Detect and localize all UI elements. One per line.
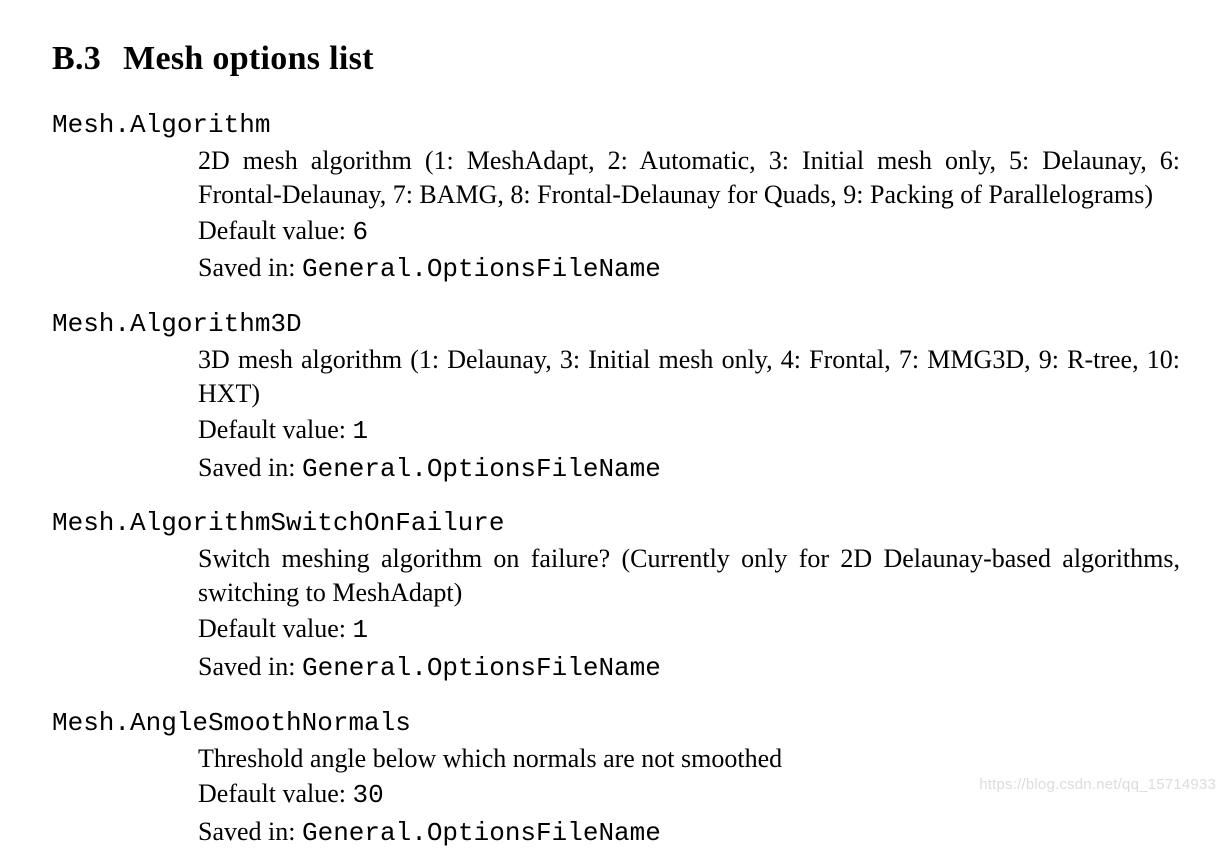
saved-in-row: Saved in: General.OptionsFileName [198, 815, 1180, 851]
option-entry: Mesh.AlgorithmSwitchOnFailure Switch mesh… [52, 508, 1180, 685]
default-value: 1 [353, 615, 369, 645]
saved-in-row: Saved in: General.OptionsFileName [198, 650, 1180, 686]
default-value-row: Default value: 1 [198, 612, 1180, 648]
saved-in-label: Saved in: [198, 253, 296, 282]
saved-in-label: Saved in: [198, 652, 296, 681]
option-body: Threshold angle below which normals are … [198, 742, 1180, 851]
default-value-row: Default value: 6 [198, 214, 1180, 250]
saved-in-row: Saved in: General.OptionsFileName [198, 251, 1180, 287]
option-description: 2D mesh algorithm (1: MeshAdapt, 2: Auto… [198, 144, 1180, 212]
default-value: 30 [353, 780, 384, 810]
default-value: 6 [353, 217, 369, 247]
saved-in-value: General.OptionsFileName [302, 454, 661, 484]
saved-in-row: Saved in: General.OptionsFileName [198, 451, 1180, 487]
saved-in-value: General.OptionsFileName [302, 653, 661, 683]
option-name: Mesh.AlgorithmSwitchOnFailure [52, 508, 1180, 538]
watermark-text: https://blog.csdn.net/qq_15714933 [979, 776, 1216, 793]
option-description: 3D mesh algorithm (1: Delaunay, 3: Initi… [198, 343, 1180, 411]
option-name: Mesh.Algorithm [52, 110, 1180, 140]
section-number: B.3 [52, 40, 101, 77]
section-title: Mesh options list [123, 40, 374, 77]
saved-in-value: General.OptionsFileName [302, 818, 661, 848]
default-value-row: Default value: 1 [198, 413, 1180, 449]
option-entry: Mesh.Algorithm3D 3D mesh algorithm (1: De… [52, 309, 1180, 486]
saved-in-label: Saved in: [198, 817, 296, 846]
option-entry: Mesh.Algorithm 2D mesh algorithm (1: Mesh… [52, 110, 1180, 287]
saved-in-value: General.OptionsFileName [302, 254, 661, 284]
default-value-label: Default value: [198, 779, 346, 808]
default-value-label: Default value: [198, 415, 346, 444]
option-body: 3D mesh algorithm (1: Delaunay, 3: Initi… [198, 343, 1180, 486]
option-body: Switch meshing algorithm on failure? (Cu… [198, 542, 1180, 685]
option-name: Mesh.Algorithm3D [52, 309, 1180, 339]
option-description: Threshold angle below which normals are … [198, 742, 1180, 776]
options-list: Mesh.Algorithm 2D mesh algorithm (1: Mesh… [52, 110, 1180, 851]
option-name: Mesh.AngleSmoothNormals [52, 708, 1180, 738]
section-heading: B.3 Mesh options list [52, 40, 1180, 78]
saved-in-label: Saved in: [198, 453, 296, 482]
option-description: Switch meshing algorithm on failure? (Cu… [198, 542, 1180, 610]
default-value: 1 [353, 416, 369, 446]
default-value-label: Default value: [198, 216, 346, 245]
option-body: 2D mesh algorithm (1: MeshAdapt, 2: Auto… [198, 144, 1180, 287]
default-value-label: Default value: [198, 614, 346, 643]
